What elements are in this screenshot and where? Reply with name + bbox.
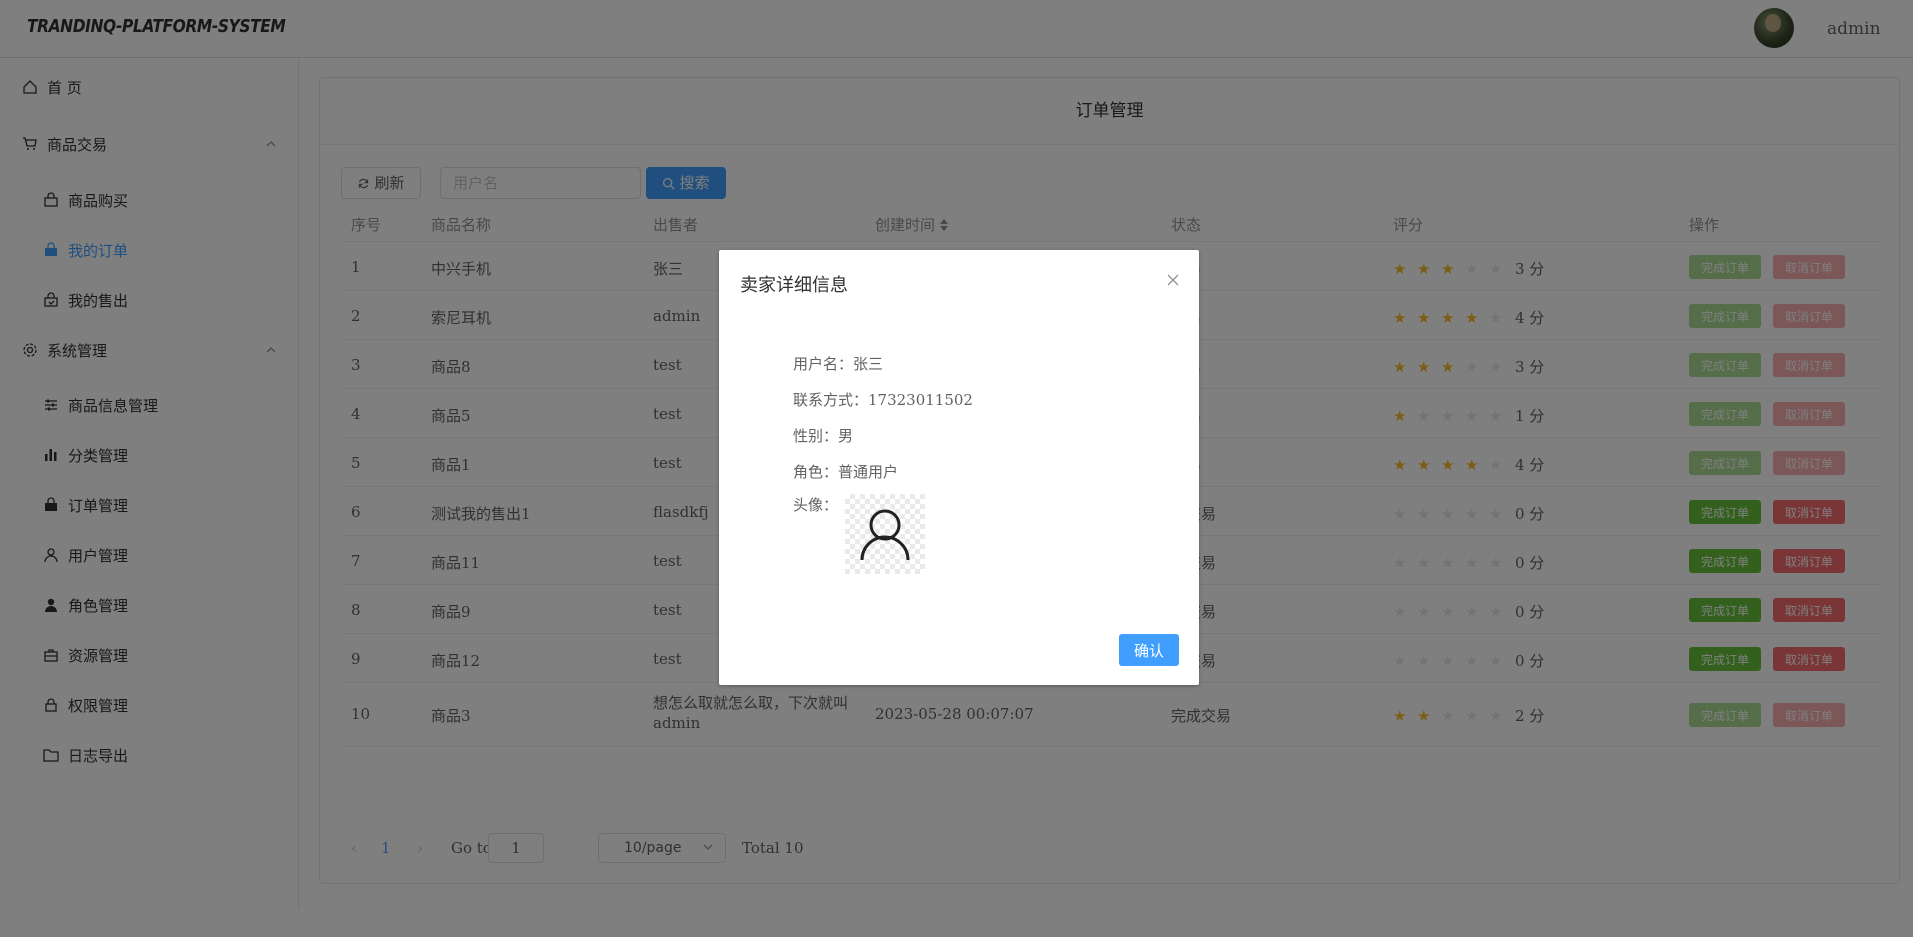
seller-role: 角色：普通用户 xyxy=(793,463,899,481)
seller-contact: 联系方式：17323011502 xyxy=(793,391,973,409)
confirm-button[interactable]: 确认 xyxy=(1119,634,1179,666)
seller-gender: 性别：男 xyxy=(793,427,854,445)
close-icon[interactable] xyxy=(1165,272,1181,288)
seller-avatar-label: 头像： xyxy=(793,496,839,514)
dialog-title: 卖家详细信息 xyxy=(740,275,848,296)
seller-detail-dialog: 卖家详细信息 用户名：张三 联系方式：17323011502 性别：男 角色：普… xyxy=(719,250,1199,685)
seller-avatar-image xyxy=(845,494,925,574)
user-placeholder-icon xyxy=(860,509,910,561)
seller-username: 用户名：张三 xyxy=(793,355,884,373)
